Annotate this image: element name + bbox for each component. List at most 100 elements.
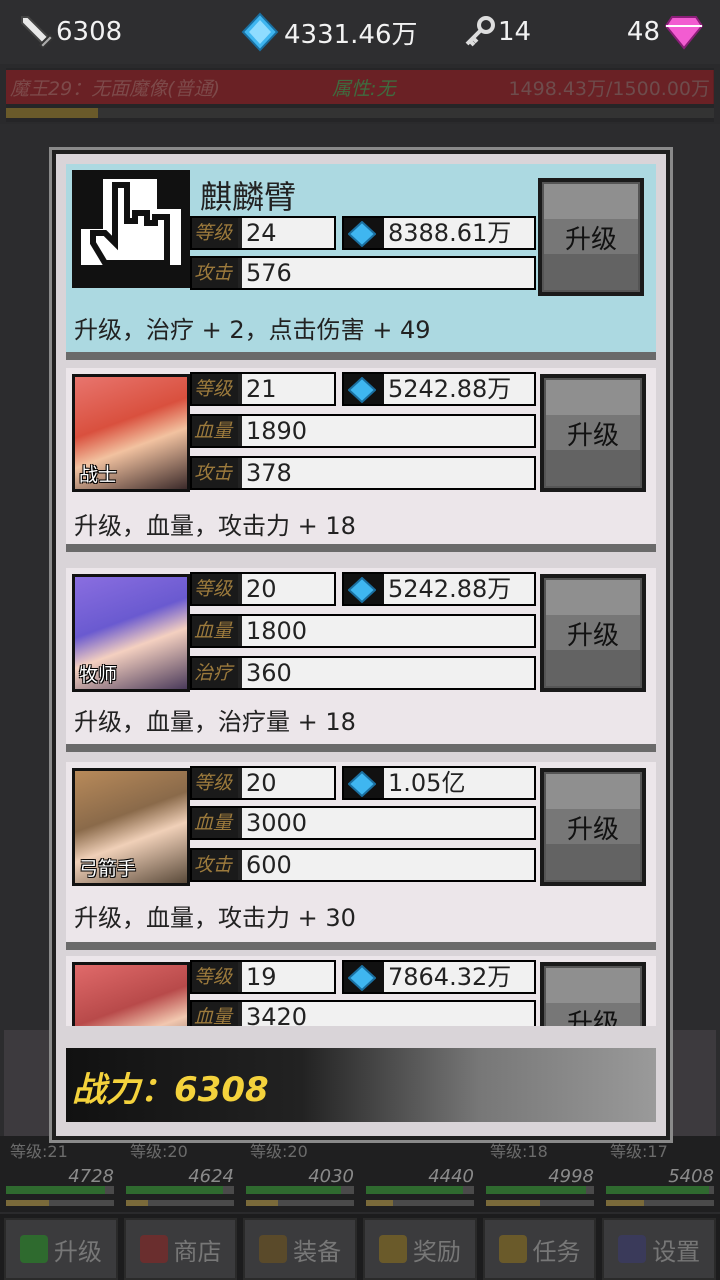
- hero-status-6[interactable]: 等级:17 5408: [600, 1136, 718, 1212]
- cost-value: 7864.32万: [384, 962, 534, 992]
- hero-level: 等级:20: [250, 1142, 308, 1161]
- hero-status-2[interactable]: 等级:20 4624: [120, 1136, 238, 1212]
- hero-hp-bar: [246, 1186, 354, 1194]
- cost-value: 1.05亿: [384, 768, 534, 798]
- nav-label: 设置: [652, 1237, 701, 1266]
- hero-xp-bar: [6, 1200, 114, 1206]
- cost-value: 8388.61万: [384, 218, 534, 248]
- level-stat: 等级 20: [190, 572, 336, 606]
- cost-value: 5242.88万: [384, 574, 534, 604]
- hero-card-priest: 牧师 等级 20 5242.88万 血量 1800 治疗 360 升级 升级，血…: [66, 568, 656, 752]
- stat-tag: 血量: [192, 616, 238, 646]
- nav-label: 任务: [532, 1237, 581, 1266]
- stat-value: 3000: [238, 808, 534, 838]
- stat-tag: 攻击: [192, 258, 238, 288]
- hero-level: 等级:20: [130, 1142, 188, 1161]
- boss-progress-fill: [6, 108, 99, 118]
- stat-value: 378: [238, 458, 534, 488]
- hero-hp: 4998: [548, 1166, 594, 1187]
- upgrade-button[interactable]: 升级: [540, 574, 646, 692]
- hero-card-warrior: 战士 等级 21 5242.88万 血量 1890 攻击 378 升级 升级，血…: [66, 368, 656, 552]
- hero-status-5[interactable]: 等级:18 4998: [480, 1136, 598, 1212]
- stat-tag: 血量: [192, 416, 238, 446]
- hero-status-4[interactable]: 4440: [360, 1136, 478, 1212]
- level-stat: 等级 20: [190, 766, 336, 800]
- hero-hp-bar: [126, 1186, 234, 1194]
- hero-level: 等级:18: [490, 1142, 548, 1161]
- diamond-icon: [348, 377, 376, 403]
- pink-gem-icon: [664, 16, 704, 50]
- level-stat: 等级 21: [190, 372, 336, 406]
- nav-upgrade-button[interactable]: 升级: [4, 1218, 118, 1280]
- skill-portrait: [72, 170, 190, 288]
- attack-value: 6308: [56, 17, 123, 47]
- upgrade-list[interactable]: 麒麟臂 等级 24 8388.61万 攻击 576 升级 升级，治疗 + 2，点…: [66, 164, 656, 1026]
- diamond-icon: [348, 965, 376, 991]
- upgrade-panel: 麒麟臂 等级 24 8388.61万 攻击 576 升级 升级，治疗 + 2，点…: [52, 150, 670, 1140]
- nav-quest-button[interactable]: 任务: [482, 1218, 597, 1280]
- level-stat: 等级 19: [190, 960, 336, 994]
- quest-icon: [498, 1235, 527, 1263]
- stat-tag: 等级: [192, 374, 238, 404]
- hero-status-1[interactable]: 等级:21 4728: [0, 1136, 118, 1212]
- stat-tag: 等级: [192, 962, 238, 992]
- nav-label: 商店: [173, 1237, 222, 1266]
- diamond-icon: [348, 577, 376, 603]
- portrait-label: 弓箭手: [79, 858, 137, 880]
- upgrade-button[interactable]: 升级: [538, 178, 644, 296]
- upgrade-button-label: 升级: [542, 182, 640, 292]
- key-resource: 14: [462, 12, 531, 52]
- nav-shop-button[interactable]: 商店: [123, 1218, 238, 1280]
- hand-cursor-icon: [75, 173, 187, 285]
- hero-hp: 4728: [68, 1166, 114, 1187]
- boss-progress-bar: [6, 108, 714, 118]
- nav-reward-button[interactable]: 奖励: [363, 1218, 477, 1280]
- stat-value: 21: [238, 374, 334, 404]
- gem-value: 48: [626, 17, 660, 47]
- stat-value: 1800: [238, 616, 534, 646]
- diamond-value: 4331.46万: [284, 19, 418, 50]
- up-arrow-icon: [19, 1235, 48, 1263]
- hero-xp-bar: [486, 1200, 594, 1206]
- settings-icon: [618, 1235, 647, 1263]
- stat-tag: 攻击: [192, 458, 238, 488]
- stat-value: 576: [238, 258, 534, 288]
- top-status-bar: 6308 4331.46万 14 48: [0, 0, 720, 64]
- upgrade-cost: 7864.32万: [342, 960, 536, 994]
- nav-label: 装备: [293, 1237, 342, 1266]
- upgrade-cost: 5242.88万: [342, 572, 536, 606]
- skill-name: 麒麟臂: [200, 178, 297, 216]
- sword-icon: [21, 16, 55, 50]
- hero-card-5: 等级 19 7864.32万 血量 3420 升级: [66, 956, 656, 1026]
- stat-value: 19: [238, 962, 334, 992]
- stat-tag: 治疗: [192, 658, 238, 688]
- upgrade-description: 升级，血量，攻击力 + 30: [74, 904, 356, 932]
- hero-card-archer: 弓箭手 等级 20 1.05亿 血量 3000 攻击 600 升级 升级，血量，…: [66, 762, 656, 950]
- boss-hp-value: 1498.43万/1500.00万: [508, 78, 710, 100]
- warrior-portrait: 战士: [72, 374, 190, 492]
- hero-xp-bar: [246, 1200, 354, 1206]
- upgrade-button[interactable]: 升级: [540, 374, 646, 492]
- hero-status-3[interactable]: 等级:20 4030: [240, 1136, 358, 1212]
- cost-value: 5242.88万: [384, 374, 534, 404]
- portrait-label: 战士: [79, 464, 118, 486]
- attack-resource: 6308: [18, 12, 122, 52]
- hero-hp-bar: [606, 1186, 714, 1194]
- diamond-icon: [348, 771, 376, 797]
- upgrade-button-label: 升级: [544, 966, 642, 1026]
- stat-value: 20: [238, 574, 334, 604]
- upgrade-button-label: 升级: [544, 578, 642, 688]
- key-value: 14: [498, 17, 532, 47]
- hero-hp-bar: [486, 1186, 594, 1194]
- power-label: 战力：6308: [72, 1070, 269, 1110]
- hero-xp-bar: [366, 1200, 474, 1206]
- level-stat: 等级 24: [190, 216, 336, 250]
- key-icon: [465, 16, 495, 47]
- stat-tag: 攻击: [192, 850, 238, 880]
- upgrade-button[interactable]: 升级: [540, 768, 646, 886]
- wand-icon: [259, 1235, 288, 1263]
- nav-equip-button[interactable]: 装备: [243, 1218, 358, 1280]
- bottom-nav: 升级 商店 装备 奖励 任务 设置: [0, 1214, 720, 1280]
- nav-settings-button[interactable]: 设置: [602, 1218, 717, 1280]
- upgrade-button[interactable]: 升级: [540, 962, 646, 1026]
